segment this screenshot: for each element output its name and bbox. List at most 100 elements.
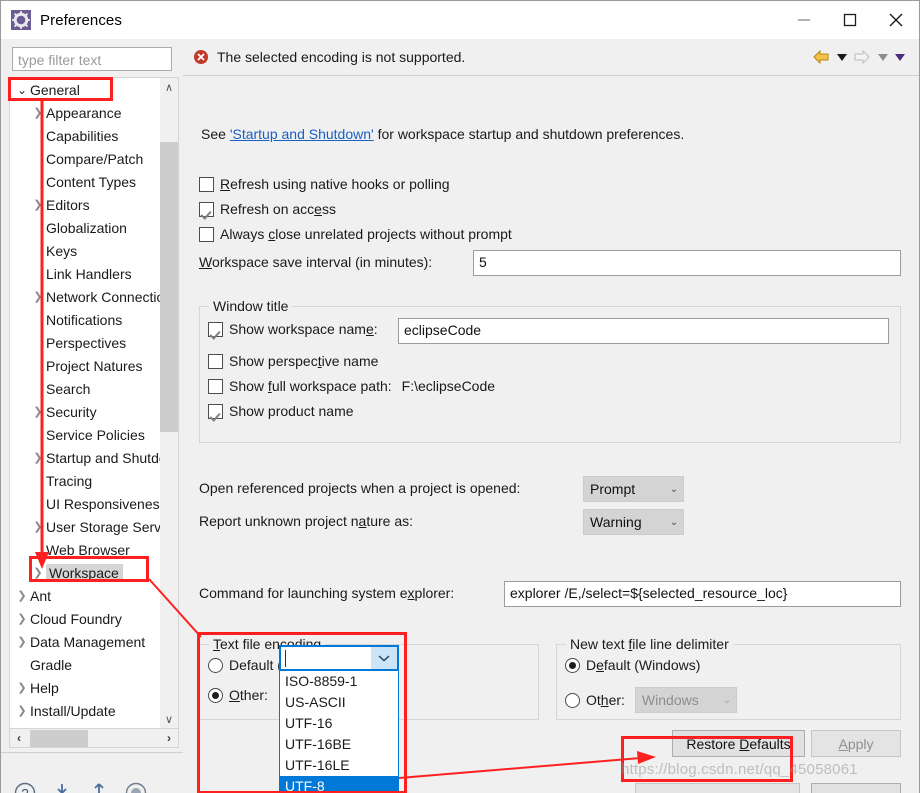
sidebar-item-perspectives[interactable]: Perspectives: [10, 331, 160, 354]
radio-delimiter-default[interactable]: Default (Windows): [565, 657, 700, 673]
list-item[interactable]: UTF-16BE: [280, 734, 398, 755]
list-item[interactable]: US-ASCII: [280, 692, 398, 713]
apply-button[interactable]: Apply: [811, 730, 901, 757]
sidebar-item-link-handlers[interactable]: Link Handlers: [10, 262, 160, 285]
menu-dropdown-icon[interactable]: [892, 47, 907, 67]
chevron-right-icon[interactable]: ❯: [30, 198, 46, 211]
report-nature-combo[interactable]: Warning ⌄: [583, 509, 684, 535]
sidebar-item-service-policies[interactable]: Service Policies: [10, 423, 160, 446]
list-item-selected[interactable]: UTF-8: [280, 776, 398, 793]
list-item[interactable]: ISO-8859-1: [280, 671, 398, 692]
forward-dropdown-icon[interactable]: [875, 47, 890, 67]
checkbox-show-product-name[interactable]: Show product name: [208, 403, 354, 419]
chevron-right-icon[interactable]: ❯: [30, 451, 46, 464]
radio-encoding-other[interactable]: Other:: [208, 687, 268, 703]
back-button[interactable]: [810, 47, 832, 67]
checkbox-refresh-on-access[interactable]: Refresh on access: [199, 201, 336, 217]
chevron-right-icon[interactable]: ❯: [30, 520, 46, 533]
sidebar-item-project-natures[interactable]: Project Natures: [10, 354, 160, 377]
filter-input[interactable]: type filter text: [12, 47, 172, 71]
sidebar-item-ui-responsiveness[interactable]: UI Responsiveness: [10, 492, 167, 515]
sidebar-item-help[interactable]: ❯ Help: [10, 676, 160, 699]
scroll-right-icon[interactable]: ›: [160, 729, 178, 748]
checkbox-refresh-native-hooks[interactable]: Refresh using native hooks or polling: [199, 176, 450, 192]
open-referenced-combo[interactable]: Prompt ⌄: [583, 476, 684, 502]
chevron-right-icon[interactable]: ❯: [30, 290, 46, 303]
sidebar-item-security[interactable]: ❯ Security: [10, 400, 160, 423]
workspace-name-input[interactable]: eclipseCode: [398, 318, 889, 344]
sidebar-item-appearance[interactable]: ❯ Appearance: [10, 101, 160, 124]
checkbox-box[interactable]: [208, 403, 223, 419]
back-dropdown-icon[interactable]: [834, 47, 849, 67]
sidebar-item-compare-patch[interactable]: Compare/Patch: [10, 147, 160, 170]
close-button[interactable]: [873, 1, 919, 39]
minimize-button[interactable]: [781, 1, 827, 39]
horizontal-scroll-thumb[interactable]: [30, 729, 88, 747]
sidebar-item-user-storage-service[interactable]: ❯ User Storage Service: [10, 515, 178, 538]
sidebar-item-notifications[interactable]: Notifications: [10, 308, 160, 331]
record-icon[interactable]: [124, 781, 148, 793]
encoding-dropdown-list[interactable]: ISO-8859-1 US-ASCII UTF-16 UTF-16BE UTF-…: [279, 670, 399, 793]
sidebar-item-gradle[interactable]: Gradle: [10, 653, 160, 676]
export-icon[interactable]: [87, 781, 111, 793]
radio-circle[interactable]: [208, 657, 223, 673]
checkbox-close-unrelated-projects[interactable]: Always close unrelated projects without …: [199, 226, 512, 242]
scroll-up-icon[interactable]: ∧: [160, 78, 178, 96]
encoding-combo-arrow-button[interactable]: [371, 647, 397, 669]
encoding-combo-field[interactable]: [281, 647, 371, 669]
chevron-right-icon[interactable]: ❯: [30, 405, 46, 418]
sidebar-item-network-connections[interactable]: ❯ Network Connections: [10, 285, 178, 308]
tree-horizontal-scrollbar[interactable]: ‹ ›: [9, 729, 179, 748]
chevron-right-icon[interactable]: ❯: [14, 589, 30, 602]
maximize-button[interactable]: [827, 1, 873, 39]
apply-and-close-button[interactable]: Apply and Close: [635, 783, 800, 793]
chevron-down-icon[interactable]: ⌄: [14, 83, 30, 97]
sidebar-item-web-browser[interactable]: Web Browser: [10, 538, 160, 561]
checkbox-box[interactable]: [199, 201, 214, 217]
chevron-right-icon[interactable]: ❯: [30, 106, 46, 119]
checkbox-show-workspace-name[interactable]: Show workspace name:: [208, 321, 378, 337]
checkbox-show-perspective-name[interactable]: Show perspective name: [208, 353, 378, 369]
sidebar-item-capabilities[interactable]: Capabilities: [10, 124, 160, 147]
sidebar-item-keys[interactable]: Keys: [10, 239, 160, 262]
vertical-scroll-thumb[interactable]: [160, 142, 178, 432]
checkbox-box[interactable]: [199, 176, 214, 192]
chevron-right-icon[interactable]: ❯: [14, 635, 30, 648]
command-explorer-input[interactable]: explorer /E,/select=${selected_resource_…: [504, 581, 901, 607]
chevron-right-icon[interactable]: ❯: [14, 704, 30, 717]
sidebar-item-workspace[interactable]: ❯ Workspace: [10, 561, 160, 584]
radio-circle[interactable]: [565, 692, 580, 708]
forward-button[interactable]: [851, 47, 873, 67]
sidebar-item-startup-and-shutdown[interactable]: ❯ Startup and Shutdown: [10, 446, 178, 469]
preferences-tree[interactable]: ⌄ General ❯ Appearance Capabilities Compare/P…: [9, 77, 179, 729]
chevron-right-icon[interactable]: ❯: [30, 566, 46, 579]
cancel-button[interactable]: Cancel: [811, 783, 901, 793]
checkbox-box[interactable]: [208, 353, 223, 369]
sidebar-item-general[interactable]: ⌄ General: [10, 78, 160, 101]
radio-circle[interactable]: [565, 657, 580, 673]
sidebar-item-cloud-foundry[interactable]: ❯ Cloud Foundry: [10, 607, 160, 630]
checkbox-box[interactable]: [199, 226, 214, 242]
chevron-right-icon[interactable]: ❯: [14, 681, 30, 694]
list-item[interactable]: UTF-16LE: [280, 755, 398, 776]
checkbox-show-full-workspace-path[interactable]: Show full workspace path: F:\eclipseCode: [208, 378, 495, 394]
checkbox-box[interactable]: [208, 321, 223, 337]
sidebar-item-globalization[interactable]: Globalization: [10, 216, 160, 239]
sidebar-item-data-management[interactable]: ❯ Data Management: [10, 630, 160, 653]
tree-vertical-scrollbar[interactable]: ∧ ∨: [160, 78, 178, 728]
sidebar-item-search[interactable]: Search: [10, 377, 160, 400]
encoding-combo[interactable]: [279, 645, 399, 671]
help-icon[interactable]: ?: [13, 781, 37, 793]
checkbox-box[interactable]: [208, 378, 223, 394]
sidebar-item-content-types[interactable]: Content Types: [10, 170, 160, 193]
restore-defaults-button[interactable]: Restore Defaults: [672, 730, 805, 757]
import-icon[interactable]: [50, 781, 74, 793]
sidebar-item-install-update[interactable]: ❯ Install/Update: [10, 699, 160, 722]
radio-circle[interactable]: [208, 687, 223, 703]
radio-delimiter-other[interactable]: Other: Windows ⌄: [565, 687, 737, 713]
scroll-down-icon[interactable]: ∨: [160, 710, 178, 728]
sidebar-item-tracing[interactable]: Tracing: [10, 469, 160, 492]
startup-and-shutdown-link[interactable]: 'Startup and Shutdown': [230, 126, 374, 142]
save-interval-input[interactable]: 5: [473, 250, 901, 276]
sidebar-item-editors[interactable]: ❯ Editors: [10, 193, 160, 216]
